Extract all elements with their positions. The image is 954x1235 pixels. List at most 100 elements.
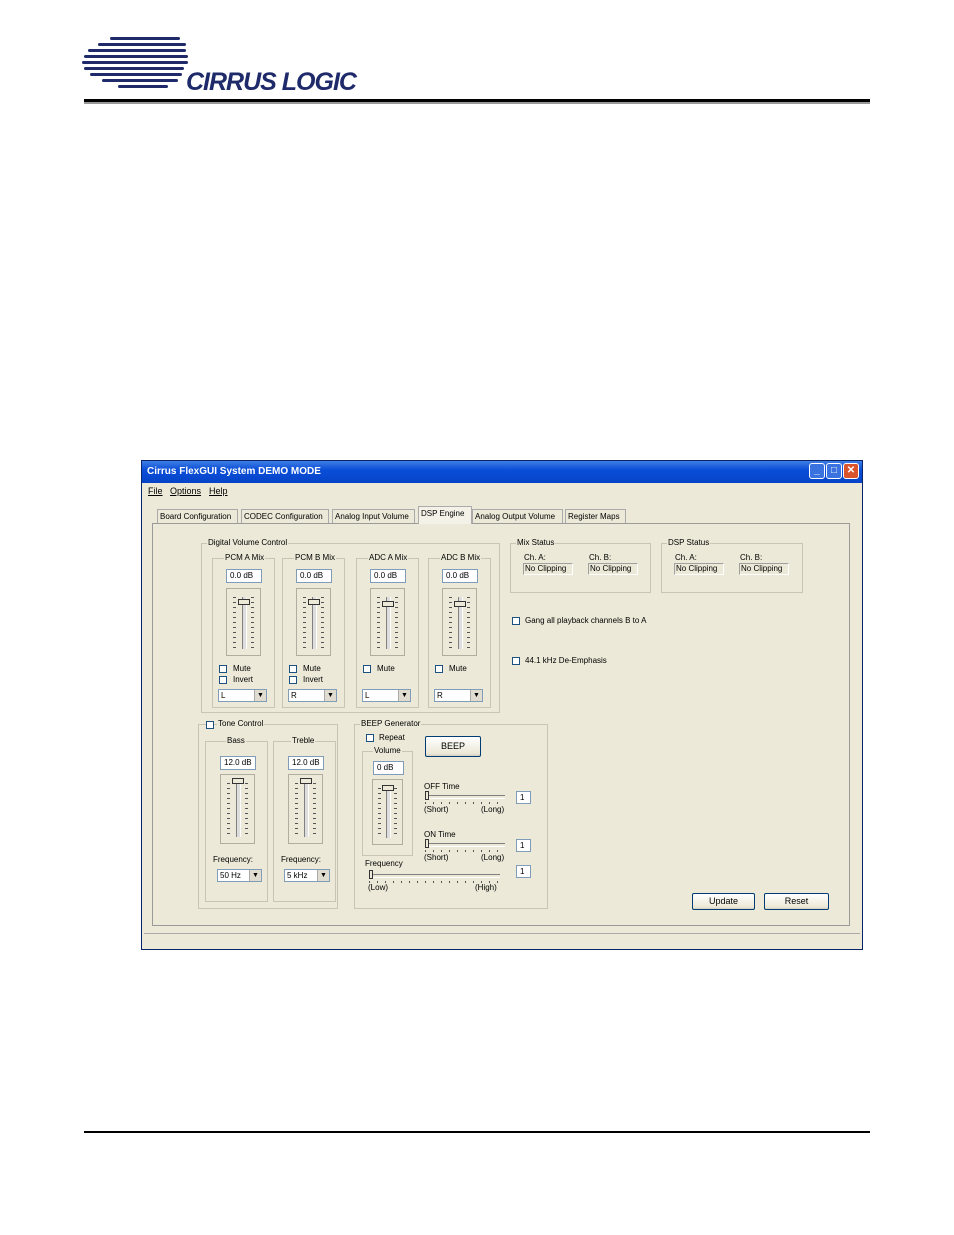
group-title: BEEP Generator [360,719,422,728]
tab-register-maps[interactable]: Register Maps [565,509,626,523]
pcm-b-volume-field[interactable]: 0.0 dB [296,569,332,583]
beep-frequency-low-label: (Low) [368,883,389,892]
adc-b-mix-group: ADC B Mix 0.0 dB Mute R ▼ [428,553,491,708]
slider-thumb[interactable] [299,778,312,784]
on-time-value[interactable]: 1 [516,839,531,852]
cirrus-logic-logo: CIRRUS LOGIC [80,34,370,98]
adc-a-volume-slider[interactable] [370,588,405,656]
channel-label: ADC A Mix [368,553,409,562]
slider-thumb[interactable] [369,870,373,879]
mute-label: Mute [377,664,395,673]
menu-bar: File Options Help [142,483,862,499]
beep-volume-slider[interactable] [372,779,403,845]
pcm-b-mute-checkbox[interactable] [289,665,297,673]
adc-b-source-select[interactable]: R ▼ [434,689,483,702]
menu-help[interactable]: Help [209,486,228,496]
beep-repeat-label: Repeat [379,733,405,742]
pcm-a-source-select[interactable]: L ▼ [218,689,267,702]
minimize-icon[interactable]: _ [809,463,825,479]
beep-frequency-high-label: (High) [475,883,497,892]
bass-frequency-select[interactable]: 50 Hz ▼ [217,869,262,882]
beep-volume-field[interactable]: 0 dB [373,761,404,775]
dsp-status-group: DSP Status Ch. A: Ch. B: No Clipping No … [661,538,803,593]
slider-thumb[interactable] [381,601,394,607]
tone-control-checkbox[interactable] [206,721,214,729]
pcm-b-source-select[interactable]: R ▼ [288,689,337,702]
menu-options[interactable]: Options [170,486,201,496]
invert-label: Invert [233,675,254,684]
on-time-high-label: (Long) [481,853,505,862]
treble-gain-field[interactable]: 12.0 dB [288,756,324,770]
digital-volume-control-group: Digital Volume Control PCM A Mix 0.0 dB … [201,538,500,713]
mix-status-group: Mix Status Ch. A: Ch. B: No Clipping No … [510,538,651,593]
treble-gain-slider[interactable] [288,774,323,844]
on-time-low-label: (Short) [424,853,449,862]
adc-b-mute-checkbox[interactable] [435,665,443,673]
gang-channels-label: Gang all playback channels B to A [525,616,647,625]
dsp-engine-panel: Digital Volume Control PCM A Mix 0.0 dB … [152,523,850,926]
slider-thumb[interactable] [425,791,429,800]
on-time-label: ON Time [424,830,456,839]
off-time-value[interactable]: 1 [516,791,531,804]
tab-analog-input-volume[interactable]: Analog Input Volume [332,509,415,523]
beep-volume-group: Volume 0 dB [362,746,413,856]
group-title: Mix Status [516,538,556,547]
pcm-b-volume-slider[interactable] [296,588,331,656]
adc-a-volume-field[interactable]: 0.0 dB [370,569,406,583]
chevron-down-icon[interactable]: ▼ [317,870,329,881]
slider-thumb[interactable] [231,778,244,784]
slider-thumb[interactable] [453,601,466,607]
off-time-low-label: (Short) [424,805,449,814]
mute-label: Mute [303,664,321,673]
tab-codec-configuration[interactable]: CODEC Configuration [241,509,329,523]
pcm-a-mute-checkbox[interactable] [219,665,227,673]
group-title: Digital Volume Control [207,538,289,547]
pcm-a-mix-group: PCM A Mix 0.0 dB Mute Invert L ▼ [212,553,275,708]
bass-gain-slider[interactable] [220,774,255,844]
pcm-a-volume-field[interactable]: 0.0 dB [226,569,262,583]
beep-repeat-checkbox[interactable] [366,734,374,742]
tab-board-configuration[interactable]: Board Configuration [157,509,238,523]
tab-analog-output-volume[interactable]: Analog Output Volume [472,509,563,523]
reset-button[interactable]: Reset [764,893,829,910]
channel-label: PCM A Mix [224,553,266,562]
update-button[interactable]: Update [692,893,755,910]
pcm-a-volume-slider[interactable] [226,588,261,656]
beep-frequency-value[interactable]: 1 [516,865,531,878]
chevron-down-icon[interactable]: ▼ [254,690,266,701]
adc-b-volume-slider[interactable] [442,588,477,656]
maximize-icon[interactable]: □ [826,463,842,479]
treble-group: Treble 12.0 dB Frequency: 5 kHz ▼ [273,736,336,902]
adc-b-volume-field[interactable]: 0.0 dB [442,569,478,583]
chevron-down-icon[interactable]: ▼ [249,870,261,881]
chevron-down-icon[interactable]: ▼ [470,690,482,701]
adc-a-mix-group: ADC A Mix 0.0 dB Mute L ▼ [356,553,419,708]
adc-a-source-select[interactable]: L ▼ [362,689,411,702]
menu-file[interactable]: File [148,486,163,496]
beep-button[interactable]: BEEP [425,736,481,757]
close-icon[interactable]: ✕ [843,463,859,479]
title-bar[interactable]: Cirrus FlexGUI System DEMO MODE _ □ ✕ [142,461,862,483]
bass-gain-field[interactable]: 12.0 dB [220,756,256,770]
chb-label: Ch. B: [740,553,763,562]
adc-a-mute-checkbox[interactable] [363,665,371,673]
chevron-down-icon[interactable]: ▼ [324,690,336,701]
pcm-b-invert-checkbox[interactable] [289,676,297,684]
invert-label: Invert [303,675,324,684]
pcm-b-mix-group: PCM B Mix 0.0 dB Mute Invert R ▼ [282,553,345,708]
gang-channels-checkbox[interactable] [512,617,520,625]
chevron-down-icon[interactable]: ▼ [398,690,410,701]
off-time-high-label: (Long) [481,805,505,814]
slider-thumb[interactable] [237,599,250,605]
tab-dsp-engine[interactable]: DSP Engine [418,506,472,524]
channel-label: PCM B Mix [294,553,336,562]
slider-thumb[interactable] [381,785,394,791]
beep-volume-label: Volume [373,746,402,755]
treble-frequency-select[interactable]: 5 kHz ▼ [284,869,330,882]
bass-label: Bass [226,736,246,745]
slider-thumb[interactable] [307,599,320,605]
slider-thumb[interactable] [425,839,429,848]
pcm-a-invert-checkbox[interactable] [219,676,227,684]
de-emphasis-checkbox[interactable] [512,657,520,665]
cha-label: Ch. A: [675,553,697,562]
